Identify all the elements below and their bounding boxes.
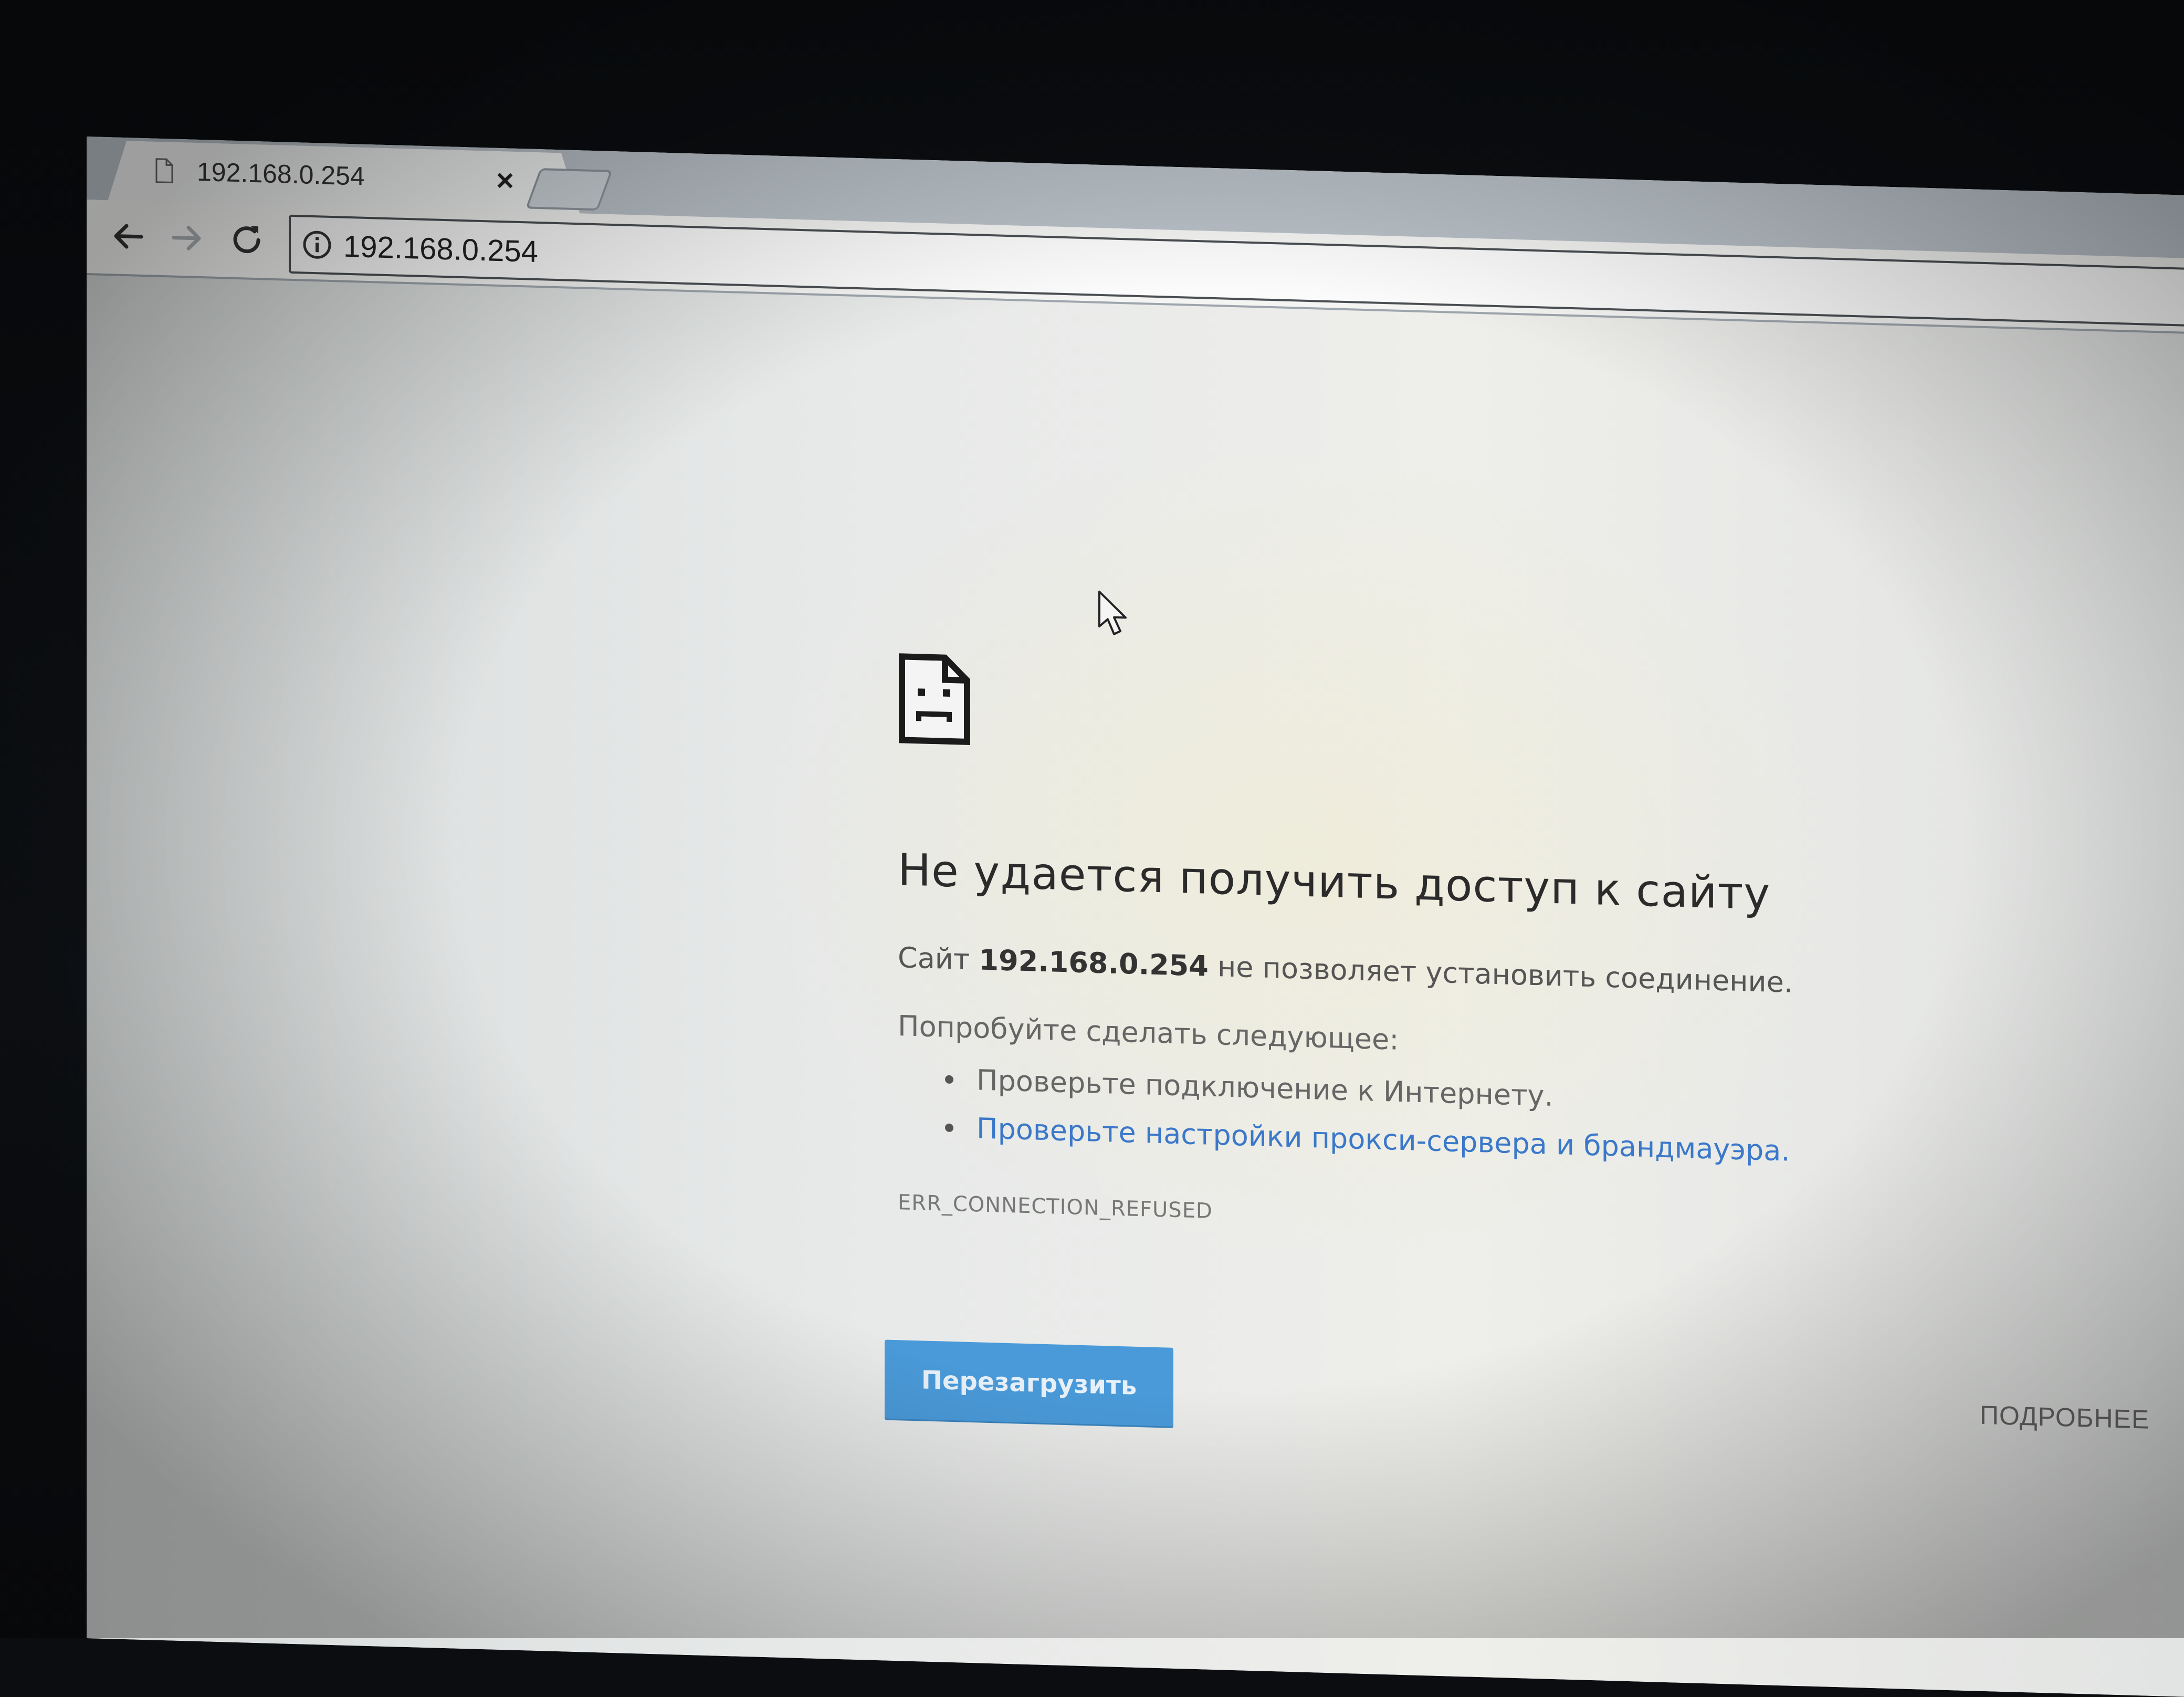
info-icon[interactable] xyxy=(301,228,333,261)
suggestions-label: Попробуйте сделать следующее: xyxy=(898,1009,1399,1056)
forward-icon[interactable] xyxy=(165,216,207,259)
new-tab-button[interactable] xyxy=(525,168,613,211)
suggestions-list: Проверьте подключение к Интернету. Прове… xyxy=(898,1054,1790,1175)
reload-button[interactable]: Перезагрузить xyxy=(885,1339,1173,1427)
error-description: Сайт 192.168.0.254 не позволяет установи… xyxy=(898,941,1793,999)
browser-window: 192.168.0.254 × 192.168.0.254 Не удается… xyxy=(87,137,2184,1697)
error-title: Не удается получить доступ к сайту xyxy=(898,844,1771,920)
sad-page-icon xyxy=(899,653,970,746)
error-code: ERR_CONNECTION_REFUSED xyxy=(898,1190,1213,1223)
page-icon xyxy=(155,158,174,184)
desc-host: 192.168.0.254 xyxy=(979,943,1209,983)
tab-title: 192.168.0.254 xyxy=(197,156,365,191)
mouse-cursor-icon xyxy=(1098,590,1127,635)
desc-suffix: не позволяет установить соединение. xyxy=(1217,950,1793,999)
reload-icon[interactable] xyxy=(226,218,268,261)
close-icon[interactable]: × xyxy=(496,163,514,198)
address-url[interactable]: 192.168.0.254 xyxy=(343,229,538,269)
details-button[interactable]: ПОДРОБНЕЕ xyxy=(1977,1399,2152,1436)
desc-prefix: Сайт xyxy=(898,941,970,976)
error-page: Не удается получить доступ к сайту Сайт … xyxy=(87,275,2184,1697)
back-icon[interactable] xyxy=(108,215,150,258)
